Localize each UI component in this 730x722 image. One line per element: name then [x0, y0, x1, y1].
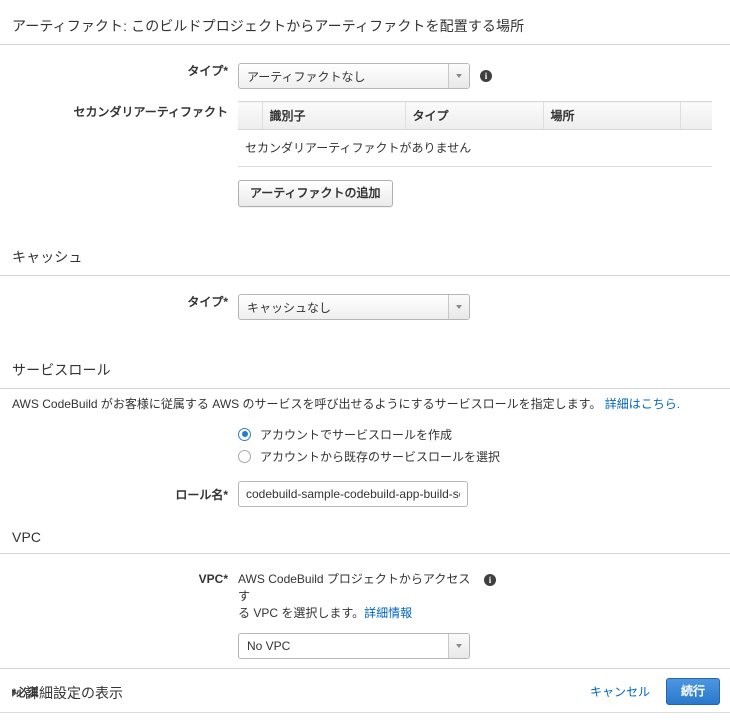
vpc-field-label: VPC* — [198, 572, 228, 586]
required-field-note: *必須 — [12, 686, 39, 699]
continue-button[interactable]: 続行 — [665, 678, 720, 705]
vpc-row: VPC* AWS CodeBuild プロジェクトからアクセスす る VPC を… — [0, 571, 730, 659]
vpc-section-title: VPC — [0, 529, 730, 554]
chevron-down-icon[interactable] — [448, 634, 469, 658]
table-col-identifier[interactable]: 識別子 — [262, 101, 406, 130]
radio-choose-existing-role-control[interactable] — [238, 449, 251, 463]
vpc-learn-more-link[interactable]: 詳細情報 — [364, 606, 412, 620]
cache-type-select[interactable]: キャッシュなし — [238, 294, 470, 320]
cache-type-label: タイプ* — [187, 295, 228, 309]
service-role-options-row: アカウントでサービスロールを作成 アカウントから既存のサービスロールを選択 — [0, 423, 730, 467]
vpc-info-icon[interactable]: i — [484, 574, 496, 586]
secondary-artifacts-table: 識別子 タイプ 場所 セカンダリアーティファクトがありません — [238, 101, 712, 167]
vpc-help-text-line1: AWS CodeBuild プロジェクトからアクセスす — [238, 572, 471, 603]
radio-choose-existing-role-label: アカウントから既存のサービスロールを選択 — [260, 449, 501, 464]
role-name-input[interactable] — [238, 481, 468, 507]
artifacts-section-title: アーティファクト: このビルドプロジェクトからアーティファクトを配置する場所 — [0, 16, 730, 45]
artifact-type-label: タイプ* — [187, 64, 228, 78]
chevron-down-icon[interactable] — [448, 295, 469, 319]
vpc-selected-value: No VPC — [247, 639, 291, 653]
radio-choose-existing-role[interactable]: アカウントから既存のサービスロールを選択 — [238, 445, 730, 467]
secondary-artifacts-row: セカンダリアーティファクト 識別子 タイプ 場所 セカンダリアーティファクトがあ… — [0, 101, 730, 207]
vpc-help-text-line2: る VPC を選択します。 — [238, 606, 365, 620]
role-name-row: ロール名* — [0, 481, 730, 507]
radio-create-service-role-label: アカウントでサービスロールを作成 — [260, 427, 453, 442]
table-col-type[interactable]: タイプ — [405, 101, 544, 130]
cache-section-title: キャッシュ — [0, 247, 730, 276]
add-artifact-button[interactable]: アーティファクトの追加 — [238, 180, 393, 207]
cancel-button[interactable]: キャンセル — [590, 683, 650, 700]
service-role-description-text: AWS CodeBuild がお客様に従属する AWS のサービスを呼び出せるよ… — [12, 397, 602, 411]
codebuild-create-project-form: アーティファクト: このビルドプロジェクトからアーティファクトを配置する場所 タ… — [0, 0, 730, 722]
secondary-artifacts-label: セカンダリアーティファクト — [73, 105, 228, 119]
service-role-learn-more-link[interactable]: 詳細はこちら. — [605, 397, 680, 411]
table-empty-row: セカンダリアーティファクトがありません — [238, 129, 712, 167]
artifacts-section: アーティファクト: このビルドプロジェクトからアーティファクトを配置する場所 タ… — [0, 0, 730, 207]
cache-section: キャッシュ タイプ* キャッシュなし — [0, 207, 730, 320]
table-col-location[interactable]: 場所 — [543, 101, 681, 130]
vpc-section: VPC VPC* AWS CodeBuild プロジェクトからアクセスす る V… — [0, 507, 730, 659]
advanced-settings-divider — [0, 712, 730, 713]
radio-create-service-role[interactable]: アカウントでサービスロールを作成 — [238, 423, 730, 445]
artifact-type-select[interactable]: アーティファクトなし — [238, 63, 470, 89]
table-col-select — [238, 101, 263, 130]
role-name-label: ロール名* — [175, 488, 228, 502]
cache-type-selected-value: キャッシュなし — [247, 300, 332, 315]
chevron-down-icon[interactable] — [448, 64, 469, 88]
service-role-description: AWS CodeBuild がお客様に従属する AWS のサービスを呼び出せるよ… — [0, 389, 730, 412]
vpc-select[interactable]: No VPC — [238, 633, 470, 659]
service-role-section: サービスロール AWS CodeBuild がお客様に従属する AWS のサービ… — [0, 320, 730, 507]
table-header-row: 識別子 タイプ 場所 — [238, 101, 712, 130]
artifact-type-selected-value: アーティファクトなし — [247, 69, 366, 84]
service-role-section-title: サービスロール — [0, 360, 730, 389]
artifact-type-info-icon[interactable]: i — [480, 70, 492, 82]
artifact-type-row: タイプ* アーティファクトなし i — [0, 63, 730, 89]
cache-type-row: タイプ* キャッシュなし — [0, 294, 730, 320]
radio-create-service-role-control[interactable] — [238, 427, 251, 441]
form-footer: *必須 キャンセル 続行 — [0, 668, 730, 705]
table-col-actions — [680, 101, 712, 130]
table-empty-message: セカンダリアーティファクトがありません — [238, 129, 712, 167]
